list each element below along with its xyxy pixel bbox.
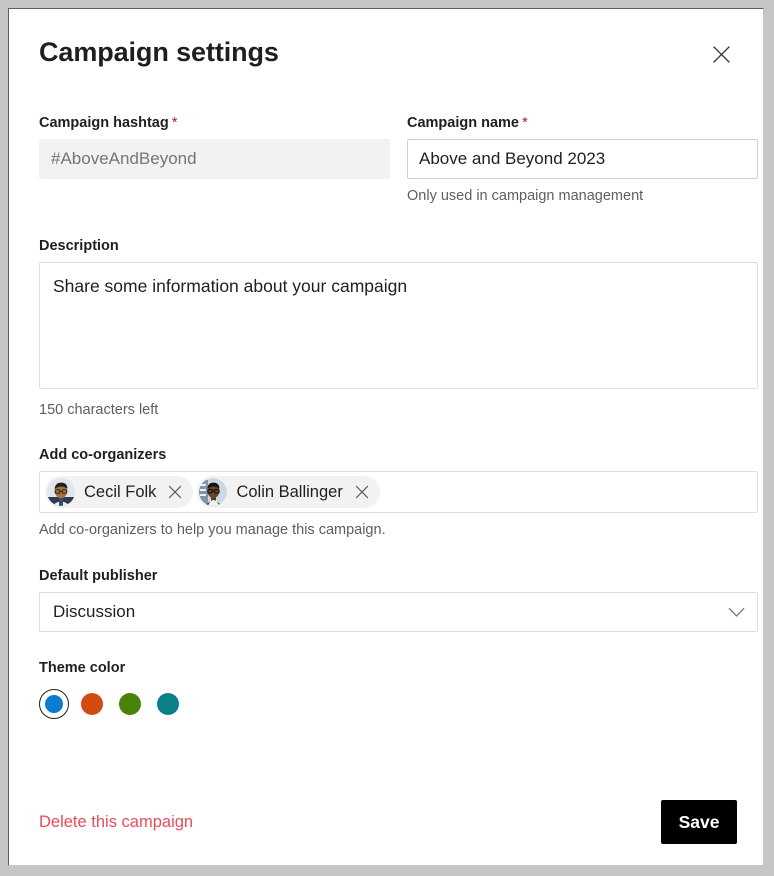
close-button[interactable] — [704, 37, 738, 71]
coorganizers-people-picker[interactable]: Cecil Folk — [39, 471, 758, 513]
description-label: Description — [39, 236, 747, 256]
coorganizers-field: Add co-organizers — [39, 445, 747, 540]
campaign-name-help: Only used in campaign management — [407, 186, 758, 206]
campaign-hashtag-input[interactable] — [39, 139, 390, 179]
theme-color-label: Theme color — [39, 658, 747, 678]
theme-color-swatch-green[interactable] — [115, 689, 145, 719]
campaign-name-label: Campaign name* — [407, 113, 758, 133]
close-icon — [712, 45, 731, 64]
avatar — [199, 478, 227, 506]
remove-person-button[interactable] — [349, 479, 375, 505]
description-character-counter: 150 characters left — [39, 402, 747, 418]
coorganizers-help: Add co-organizers to help you manage thi… — [39, 520, 747, 540]
description-textarea[interactable] — [39, 262, 758, 389]
swatch-dot — [45, 695, 63, 713]
swatch-dot — [157, 693, 179, 715]
dialog-body: Campaign settings Campaign hashtag* Cam — [39, 31, 747, 865]
delete-campaign-link[interactable]: Delete this campaign — [39, 813, 193, 832]
required-asterisk: * — [522, 114, 528, 131]
close-icon — [355, 485, 369, 499]
swatch-dot — [119, 693, 141, 715]
campaign-hashtag-field: Campaign hashtag* — [39, 113, 390, 206]
theme-color-swatches — [39, 689, 747, 719]
default-publisher-select[interactable]: Discussion — [39, 592, 758, 632]
theme-color-swatch-blue[interactable] — [39, 689, 69, 719]
avatar — [47, 478, 75, 506]
chevron-down-icon — [728, 607, 745, 618]
person-chip-name: Cecil Folk — [75, 483, 162, 502]
dialog-footer: Delete this campaign Save — [39, 787, 746, 857]
page-title: Campaign settings — [39, 31, 747, 69]
default-publisher-value: Discussion — [53, 602, 135, 622]
swatch-dot — [81, 693, 103, 715]
default-publisher-label: Default publisher — [39, 566, 747, 586]
default-publisher-field: Default publisher Discussion — [39, 566, 747, 632]
dialog-header: Campaign settings — [39, 31, 747, 83]
save-button[interactable]: Save — [661, 800, 737, 844]
top-fields-row: Campaign hashtag* Campaign name* Only us… — [39, 113, 747, 206]
campaign-hashtag-label-text: Campaign hashtag — [39, 115, 169, 131]
coorganizers-label: Add co-organizers — [39, 445, 747, 465]
description-field: Description 150 characters left — [39, 236, 747, 418]
person-chip[interactable]: Colin Ballinger — [197, 476, 379, 508]
campaign-settings-dialog: Campaign settings Campaign hashtag* Cam — [8, 8, 764, 866]
person-chip-name: Colin Ballinger — [227, 483, 348, 502]
close-icon — [168, 485, 182, 499]
theme-color-swatch-teal[interactable] — [153, 689, 183, 719]
theme-color-swatch-orange[interactable] — [77, 689, 107, 719]
campaign-name-field: Campaign name* Only used in campaign man… — [407, 113, 758, 206]
campaign-name-input[interactable] — [407, 139, 758, 179]
remove-person-button[interactable] — [162, 479, 188, 505]
campaign-hashtag-label: Campaign hashtag* — [39, 113, 390, 133]
campaign-name-label-text: Campaign name — [407, 115, 519, 131]
person-chip[interactable]: Cecil Folk — [45, 476, 193, 508]
theme-color-field: Theme color — [39, 658, 747, 719]
required-asterisk: * — [172, 114, 178, 131]
